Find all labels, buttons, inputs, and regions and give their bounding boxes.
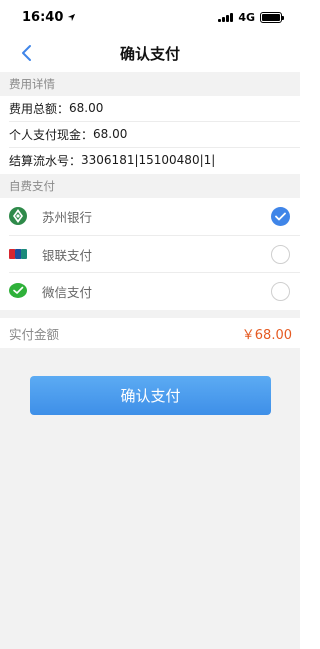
fee-total-row: 费用总额： 68.00: [0, 95, 300, 121]
total-value: ￥68.00: [241, 327, 292, 343]
signal-icon: [218, 12, 234, 22]
fee-section-header: 费用详情: [0, 72, 300, 96]
nav-bar: 确认支付: [0, 34, 300, 72]
status-time: 16:40: [22, 9, 64, 25]
section-gap: [0, 348, 300, 358]
serial-number-label: 结算流水号：: [9, 153, 82, 168]
radio-unchecked[interactable]: [271, 281, 290, 301]
status-time-group: 16:40: [22, 10, 76, 25]
section-gap: [0, 310, 300, 318]
fee-section-title: 费用详情: [9, 77, 55, 91]
personal-cash-label: 个人支付现金：: [9, 127, 94, 142]
personal-cash-row: 个人支付现金： 68.00: [0, 121, 300, 147]
payment-option-label: 微信支付: [42, 284, 93, 300]
back-button[interactable]: [14, 40, 40, 66]
confirm-payment-button[interactable]: 确认支付: [30, 376, 271, 415]
status-bar: 16:40 4G: [0, 0, 300, 34]
payment-section-header: 自费支付: [0, 174, 300, 198]
wechat-pay-icon: [9, 283, 27, 298]
status-indicators: 4G: [218, 10, 284, 24]
suzhou-bank-icon: [9, 207, 27, 225]
chevron-left-icon: [22, 45, 31, 61]
radio-checked[interactable]: [271, 206, 290, 226]
payment-option-suzhou-bank[interactable]: 苏州银行: [0, 198, 300, 234]
checkmark-icon: [275, 212, 286, 220]
total-label: 实付金额: [9, 326, 60, 342]
personal-cash-value: 68.00: [93, 127, 128, 141]
serial-number-value: 3306181|15100480|1|: [81, 153, 216, 167]
payment-option-wechat-pay[interactable]: 微信支付: [0, 273, 300, 309]
location-arrow-icon: [68, 13, 76, 21]
network-type: 4G: [238, 10, 255, 24]
page-title: 确认支付: [119, 44, 180, 63]
fee-total-value: 68.00: [69, 101, 104, 115]
payment-option-unionpay[interactable]: 银联支付: [0, 236, 300, 272]
battery-icon: [260, 11, 284, 23]
payment-section-title: 自费支付: [9, 179, 55, 193]
payment-option-label: 苏州银行: [42, 209, 93, 225]
serial-number-row: 结算流水号： 3306181|15100480|1|: [0, 147, 300, 173]
fee-total-label: 费用总额：: [9, 101, 70, 116]
unionpay-icon: [9, 249, 27, 259]
radio-unchecked[interactable]: [271, 244, 290, 264]
payment-option-label: 银联支付: [42, 247, 93, 263]
total-row: 实付金额 ￥68.00: [0, 318, 300, 348]
